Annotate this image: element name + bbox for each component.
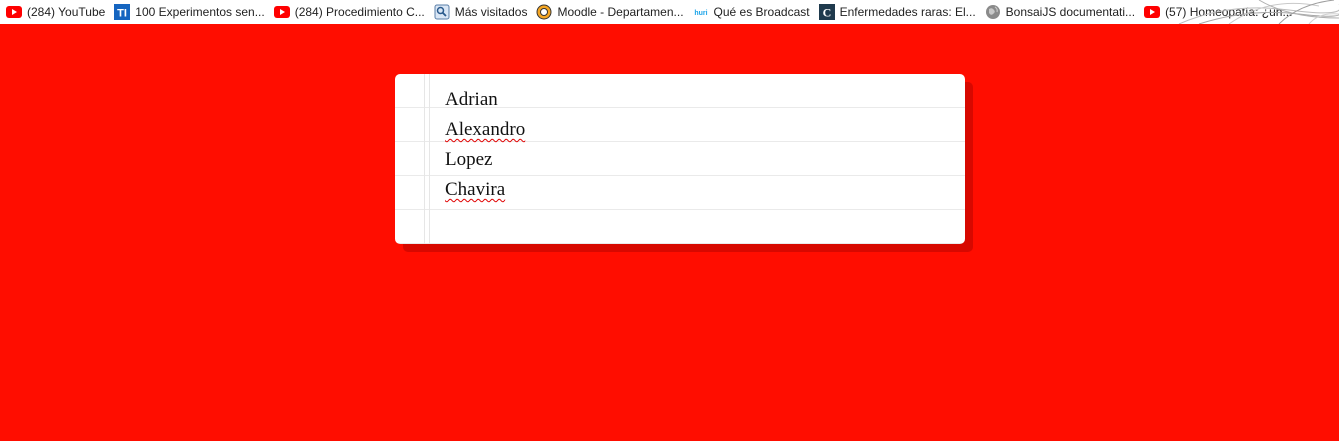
youtube-icon <box>273 4 290 20</box>
c-icon: C <box>818 4 835 20</box>
huri-icon: huri <box>693 4 709 20</box>
bookmark-label: Moodle - Departamen... <box>557 5 684 19</box>
youtube-icon <box>6 4 22 20</box>
ti-icon: TI <box>114 4 131 20</box>
moodle-icon <box>536 4 552 20</box>
notepad-line[interactable]: Lopez <box>445 148 525 178</box>
line-text: Adrian <box>445 89 498 110</box>
notepad-line[interactable]: Alexandro <box>445 118 525 148</box>
bookmark-label: Qué es Broadcast <box>713 5 810 19</box>
bookmark-label: 100 Experimentos sen... <box>135 5 265 19</box>
youtube-icon <box>1144 4 1161 20</box>
most-visited-icon <box>434 4 450 20</box>
bookmark-broadcast[interactable]: huri Qué es Broadcast <box>693 1 810 23</box>
margin-line <box>424 74 425 244</box>
huri-icon-text: huri <box>694 10 707 17</box>
bookmark-label: (284) YouTube <box>27 5 106 19</box>
bookmark-label: (57) Homeopatía: ¿un... <box>1165 5 1293 19</box>
bookmark-procedimiento[interactable]: (284) Procedimiento C... <box>273 1 425 23</box>
bookmark-mas-visitados[interactable]: Más visitados <box>434 1 528 23</box>
bookmark-youtube[interactable]: (284) YouTube <box>6 1 105 23</box>
bookmarks-bar: (284) YouTube TI 100 Experimentos sen...… <box>0 0 1339 24</box>
bookmark-experimentos[interactable]: TI 100 Experimentos sen... <box>114 1 265 23</box>
notepad-lines[interactable]: Adrian Alexandro Lopez Chavira <box>445 88 525 208</box>
line-text: Chavira <box>445 179 506 200</box>
bookmark-homeopatia[interactable]: (57) Homeopatía: ¿un... <box>1144 1 1292 23</box>
ti-icon-text: TI <box>117 8 127 20</box>
globe-icon <box>985 4 1001 20</box>
bookmark-moodle[interactable]: Moodle - Departamen... <box>536 1 684 23</box>
bookmark-label: BonsaiJS documentati... <box>1005 5 1136 19</box>
notepad-line[interactable]: Adrian <box>445 88 525 118</box>
margin-line <box>429 74 430 244</box>
bookmark-label: Más visitados <box>454 5 528 19</box>
bookmark-label: Enfermedades raras: El... <box>839 5 976 19</box>
notepad-card[interactable]: Adrian Alexandro Lopez Chavira <box>395 74 965 244</box>
line-text: Alexandro <box>445 119 526 140</box>
c-icon-text: C <box>822 6 831 20</box>
notepad-line[interactable]: Chavira <box>445 178 525 208</box>
bookmark-label: (284) Procedimiento C... <box>294 5 425 19</box>
line-text: Lopez <box>445 149 493 170</box>
bookmark-bonsaijs[interactable]: BonsaiJS documentati... <box>985 1 1135 23</box>
bookmark-enfermedades[interactable]: C Enfermedades raras: El... <box>818 1 976 23</box>
